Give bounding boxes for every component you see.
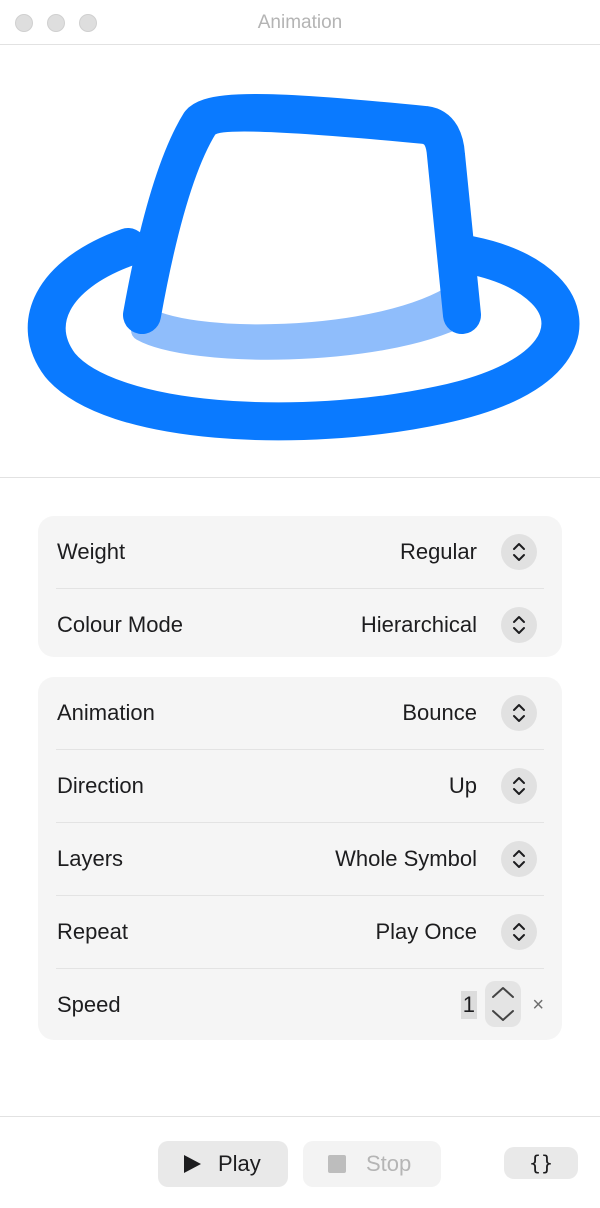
play-icon [182,1141,202,1203]
repeat-label: Repeat [57,919,128,944]
colour-mode-label: Colour Mode [57,612,183,637]
colour-mode-value[interactable]: Hierarchical [361,589,477,661]
layers-row[interactable]: Layers Whole Symbol [56,823,544,896]
animation-window: Animation Weight Regular Colour Mode Hie… [0,0,600,1208]
weight-row[interactable]: Weight Regular [56,516,544,589]
direction-label: Direction [57,773,144,798]
play-button-label: Play [218,1151,261,1176]
stop-icon [327,1141,347,1203]
speed-stepper[interactable] [485,981,521,1027]
chevron-up-down-icon [513,704,525,722]
stop-button[interactable]: Stop [303,1141,441,1187]
speed-label: Speed [57,992,121,1017]
window-title: Animation [257,12,343,33]
weight-popup-button[interactable] [501,534,537,570]
direction-popup-button[interactable] [501,768,537,804]
symbol-preview [0,45,600,478]
code-button[interactable]: {} [504,1147,578,1179]
stepper-arrows-icon [492,987,514,1021]
direction-row[interactable]: Direction Up [56,750,544,823]
chevron-up-down-icon [513,543,525,561]
repeat-value[interactable]: Play Once [376,896,478,968]
chevron-up-down-icon [513,923,525,941]
speed-unit-label: × [532,994,544,1016]
layers-value[interactable]: Whole Symbol [335,823,477,895]
title-bar: Animation [0,0,600,45]
colour-mode-row[interactable]: Colour Mode Hierarchical [56,589,544,661]
repeat-row[interactable]: Repeat Play Once [56,896,544,969]
speed-field[interactable]: 1 [460,991,477,1019]
colour-mode-popup-button[interactable] [501,607,537,643]
layers-label: Layers [57,846,124,871]
hat-icon [27,94,580,441]
stop-button-label: Stop [366,1151,412,1176]
animation-row[interactable]: Animation Bounce [56,677,544,750]
animation-popup-button[interactable] [501,695,537,731]
speed-row: Speed 1 × [56,969,544,1041]
direction-value[interactable]: Up [449,750,477,822]
play-button[interactable]: Play [158,1141,288,1187]
animation-label: Animation [57,700,155,725]
weight-label: Weight [57,539,126,564]
bottom-toolbar: Play Stop {} [0,1116,600,1208]
repeat-popup-button[interactable] [501,914,537,950]
chevron-up-down-icon [513,616,525,634]
animation-options-group: Animation Bounce Direction Up Layers Who… [38,677,562,1040]
chevron-up-down-icon [513,850,525,868]
layers-popup-button[interactable] [501,841,537,877]
chevron-up-down-icon [513,777,525,795]
weight-value[interactable]: Regular [400,516,477,588]
animation-value[interactable]: Bounce [402,677,477,749]
style-options-group: Weight Regular Colour Mode Hierarchical [38,516,562,657]
